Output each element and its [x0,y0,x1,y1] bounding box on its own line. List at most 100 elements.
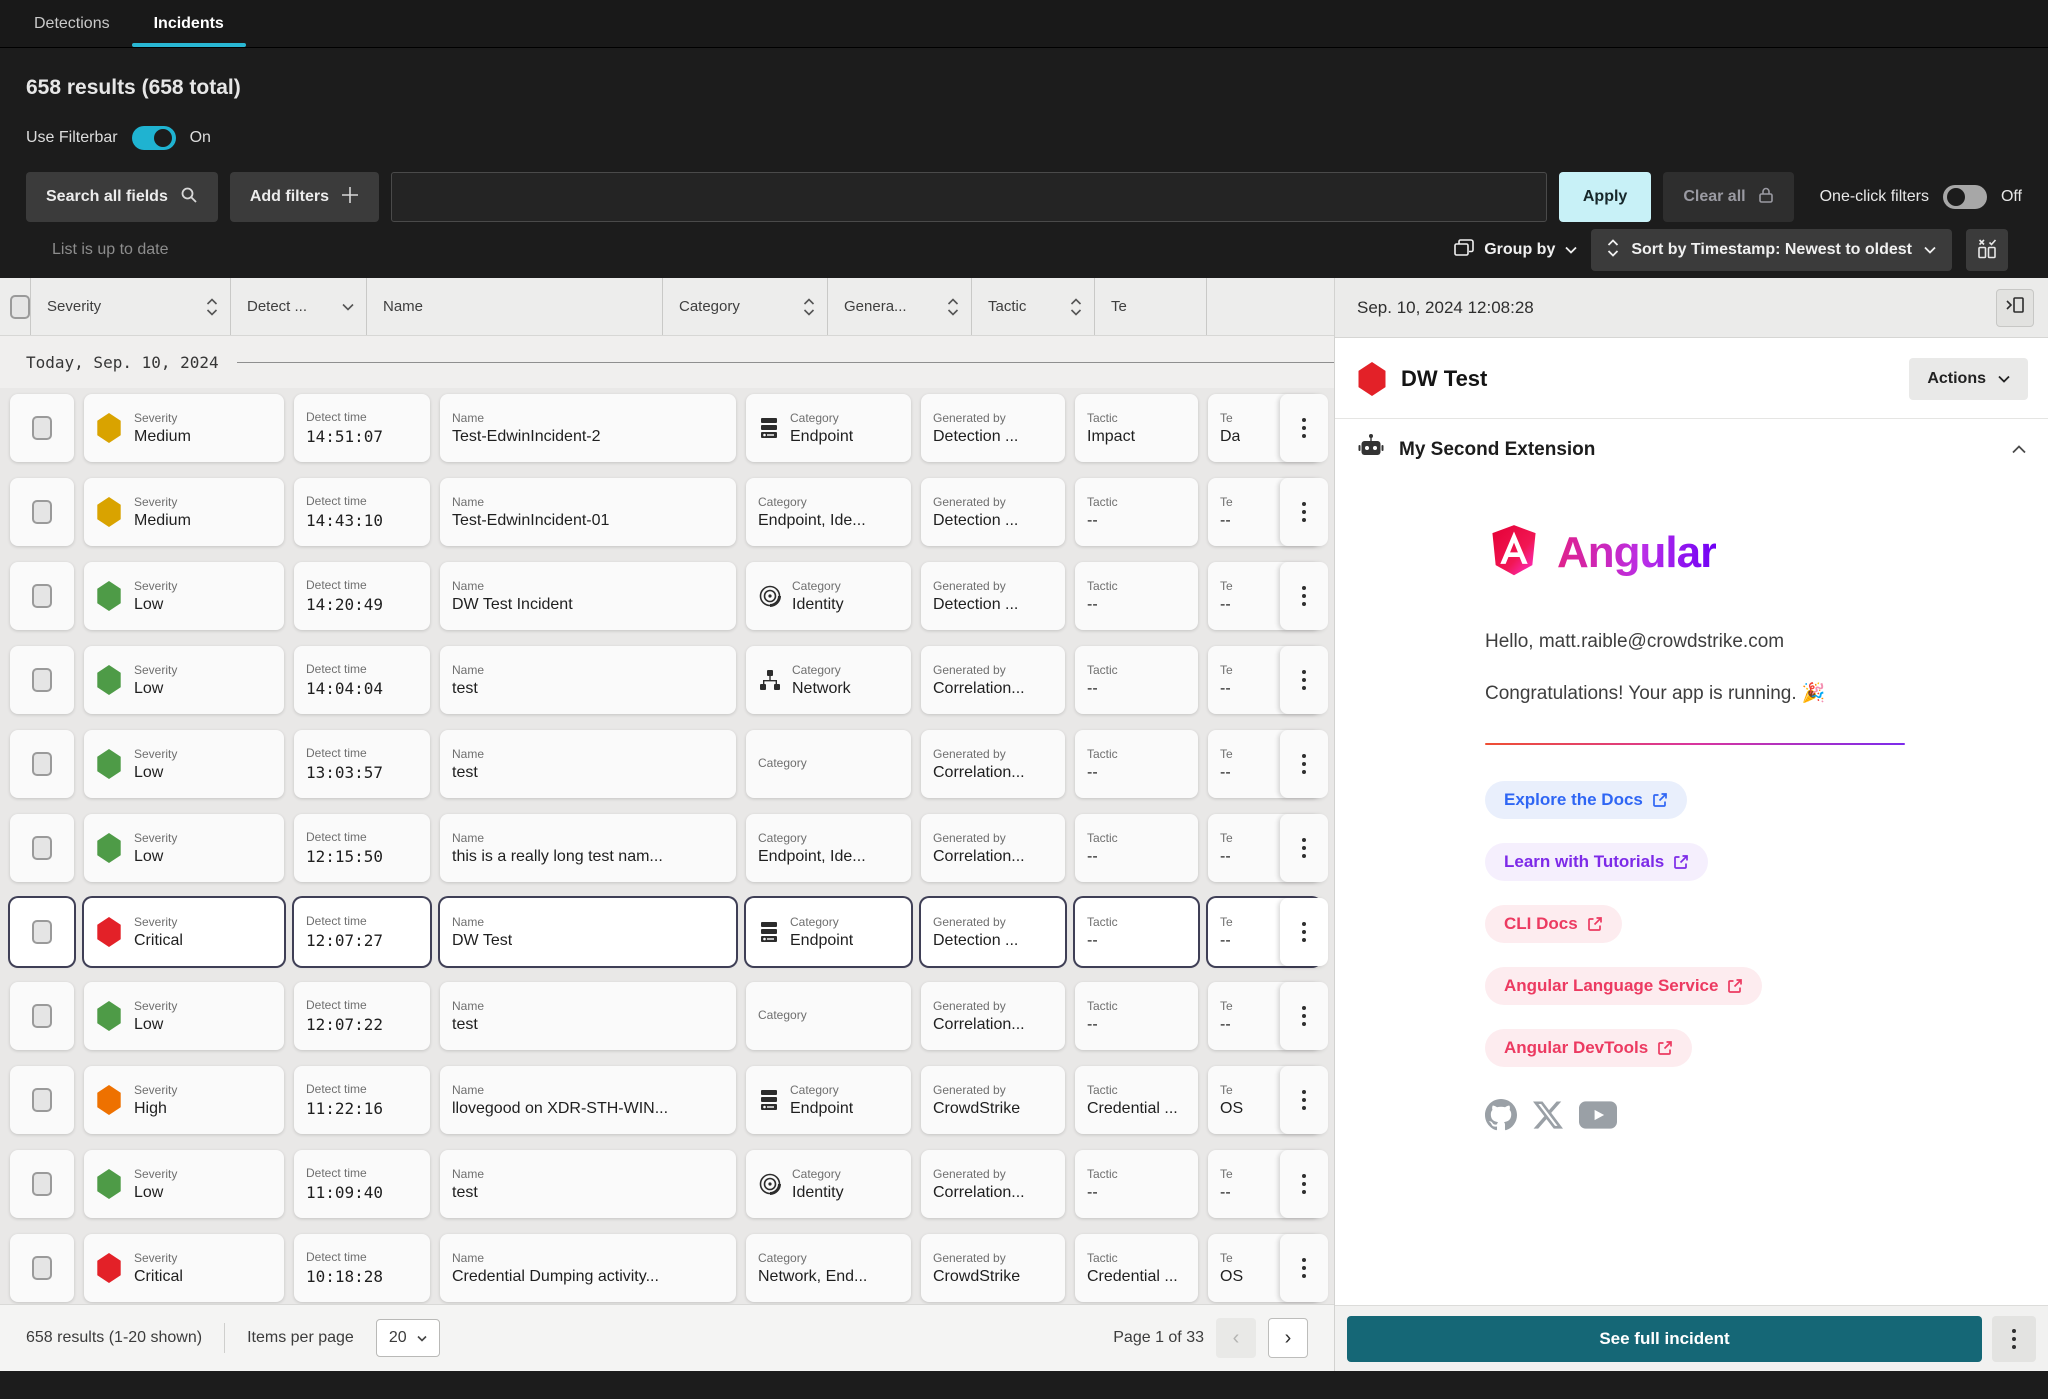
name-cell: NameDW Test [440,898,736,966]
column-header-category[interactable]: Category [663,278,828,335]
column-header-genera[interactable]: Genera... [828,278,972,335]
group-by-dropdown[interactable]: Group by [1454,239,1577,262]
external-link-icon [1587,916,1603,932]
row-checkbox[interactable] [10,1150,74,1218]
table-row[interactable]: SeverityMediumDetect time14:43:10NameTes… [10,478,1334,546]
column-header-tactic[interactable]: Tactic [972,278,1095,335]
detect-time-cell: Detect time14:43:10 [294,478,430,546]
detect-time-cell: Detect time10:18:28 [294,1234,430,1302]
sort-by-dropdown[interactable]: Sort by Timestamp: Newest to oldest [1591,229,1952,271]
select-all-checkbox[interactable] [10,278,31,335]
category-cell: CategoryIdentity [746,562,911,630]
github-icon[interactable] [1485,1099,1517,1136]
row-checkbox[interactable] [10,478,74,546]
row-checkbox[interactable] [10,1066,74,1134]
row-checkbox[interactable] [10,394,74,462]
tactic-cell: Tactic-- [1075,646,1198,714]
panel-menu-button[interactable] [1992,1316,2036,1362]
severity-cell: SeverityLow [84,646,284,714]
name-cell: Nametest [440,1150,736,1218]
severity-cell: SeverityLow [84,814,284,882]
tactic-cell: Tactic-- [1075,814,1198,882]
generated-by-cell: Generated byDetection ... [921,394,1065,462]
previous-page-button[interactable]: ‹ [1216,1318,1256,1358]
link-explore-the-docs[interactable]: Explore the Docs [1485,781,1687,819]
table-row[interactable]: SeverityLowDetect time12:07:22NametestCa… [10,982,1334,1050]
table-row[interactable]: SeverityLowDetect time14:04:04NametestCa… [10,646,1334,714]
row-menu-button[interactable] [1280,1234,1328,1302]
row-checkbox[interactable] [10,898,74,966]
row-checkbox[interactable] [10,982,74,1050]
link-cli-docs[interactable]: CLI Docs [1485,905,1622,943]
items-per-page-select[interactable]: 20 [376,1319,440,1357]
row-menu-button[interactable] [1280,394,1328,462]
lock-icon [1758,186,1774,209]
table-row[interactable]: SeverityMediumDetect time14:51:07NameTes… [10,394,1334,462]
results-count: 658 results (658 total) [26,48,2022,100]
table-row[interactable]: SeverityCriticalDetect time10:18:28NameC… [10,1234,1334,1302]
table-row[interactable]: SeverityLowDetect time12:15:50Namethis i… [10,814,1334,882]
row-menu-button[interactable] [1280,1066,1328,1134]
row-checkbox[interactable] [10,730,74,798]
row-menu-button[interactable] [1280,1150,1328,1218]
column-header-detect[interactable]: Detect ... [231,278,367,335]
youtube-icon[interactable] [1579,1100,1617,1135]
apply-button[interactable]: Apply [1559,172,1651,222]
generated-by-cell: Generated byDetection ... [921,898,1065,966]
severity-cell: SeverityCritical [84,1234,284,1302]
row-menu-button[interactable] [1280,814,1328,882]
link-angular-devtools[interactable]: Angular DevTools [1485,1029,1692,1067]
date-group-rule [237,362,1334,363]
table-row[interactable]: SeverityLowDetect time13:03:57NametestCa… [10,730,1334,798]
search-all-fields-button[interactable]: Search all fields [26,172,218,222]
row-checkbox[interactable] [10,562,74,630]
row-checkbox[interactable] [10,1234,74,1302]
link-angular-language-service[interactable]: Angular Language Service [1485,967,1762,1005]
row-menu-button[interactable] [1280,562,1328,630]
severity-cell: SeverityLow [84,562,284,630]
use-filterbar-toggle[interactable] [132,126,176,150]
category-cell: CategoryNetwork [746,646,911,714]
column-header-te[interactable]: Te [1095,278,1207,335]
table-rows: SeverityMediumDetect time14:51:07NameTes… [0,388,1334,1304]
tab-detections[interactable]: Detections [12,0,132,47]
table-row[interactable]: SeverityLowDetect time11:09:40NametestCa… [10,1150,1334,1218]
greeting-text: Hello, matt.raible@crowdstrike.com [1485,631,2028,653]
extension-body: Angular Hello, matt.raible@crowdstrike.c… [1335,480,2048,1305]
see-full-incident-button[interactable]: See full incident [1347,1316,1982,1362]
one-click-filters-toggle[interactable] [1943,185,1987,209]
actions-button[interactable]: Actions [1909,358,2028,400]
row-menu-button[interactable] [1280,898,1328,966]
row-menu-button[interactable] [1280,982,1328,1050]
generated-by-cell: Generated byCorrelation... [921,982,1065,1050]
search-icon [180,186,198,209]
column-header-name[interactable]: Name [367,278,663,335]
column-header-severity[interactable]: Severity [31,278,231,335]
tab-incidents[interactable]: Incidents [132,0,246,47]
tactic-cell: Tactic-- [1075,562,1198,630]
table-row[interactable]: SeverityHighDetect time11:22:16Namellove… [10,1066,1334,1134]
chevron-up-icon[interactable] [2012,445,2026,454]
name-cell: Namellovegood on XDR-STH-WIN... [440,1066,736,1134]
collapse-panel-button[interactable] [1996,289,2034,327]
row-menu-button[interactable] [1280,646,1328,714]
row-checkbox[interactable] [10,814,74,882]
row-menu-button[interactable] [1280,730,1328,798]
row-menu-button[interactable] [1280,478,1328,546]
clear-all-button[interactable]: Clear all [1663,172,1793,222]
name-cell: NameTest-EdwinIncident-2 [440,394,736,462]
table-row[interactable]: SeverityLowDetect time14:20:49NameDW Tes… [10,562,1334,630]
next-page-button[interactable]: › [1268,1318,1308,1358]
add-filters-button[interactable]: Add filters [230,172,379,222]
row-checkbox[interactable] [10,646,74,714]
filter-bar-input[interactable] [391,172,1547,222]
chevron-down-icon [1924,246,1936,254]
severity-icon [1357,362,1387,396]
x-icon[interactable] [1533,1100,1563,1135]
select-columns-button[interactable] [1966,229,2008,271]
link-learn-with-tutorials[interactable]: Learn with Tutorials [1485,843,1708,881]
pagination-bar: 658 results (1-20 shown) Items per page … [0,1304,1334,1371]
name-cell: NameDW Test Incident [440,562,736,630]
table-row[interactable]: SeverityCriticalDetect time12:07:27NameD… [10,898,1334,966]
generated-by-cell: Generated byCorrelation... [921,730,1065,798]
